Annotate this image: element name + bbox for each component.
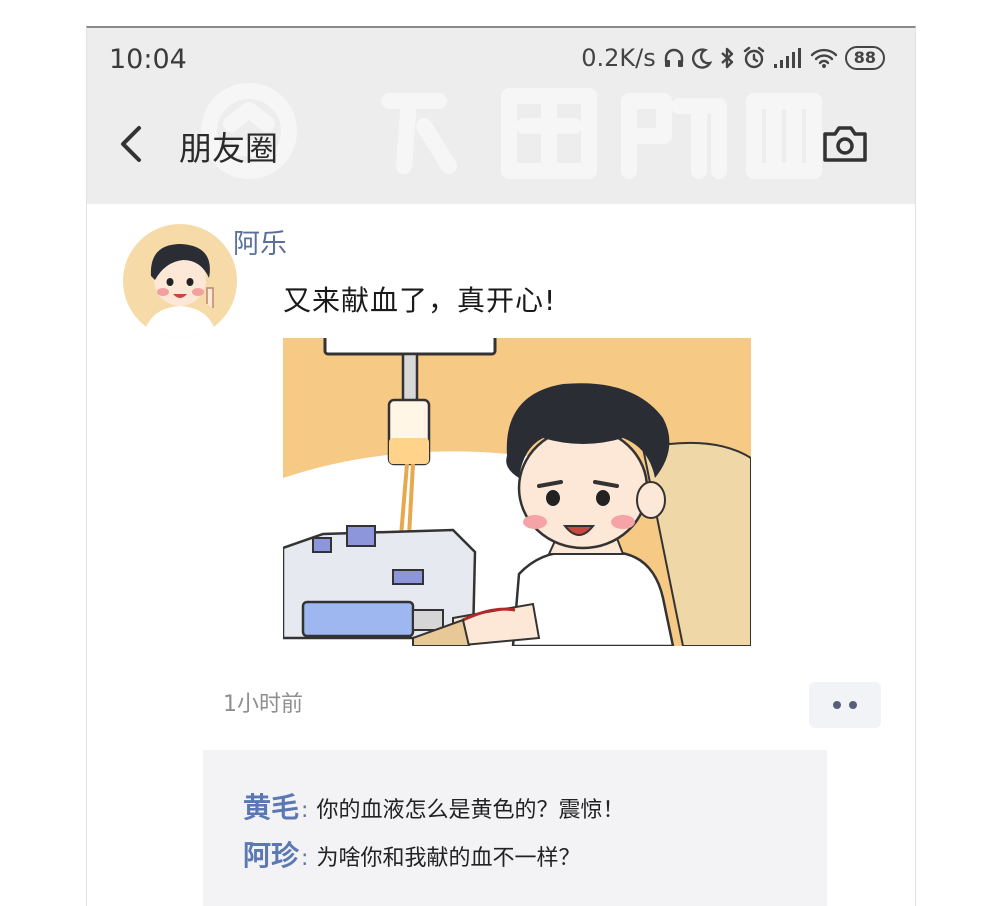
bluetooth-icon: [720, 47, 733, 69]
comment-colon: :: [301, 798, 309, 823]
author-name[interactable]: 阿乐: [233, 222, 287, 261]
page-title: 朋友圈: [179, 129, 278, 168]
comment-text: 你的血液怎么是黄色的？震惊！: [316, 798, 625, 823]
comment-item: 黄毛: 你的血液怎么是黄色的？震惊！: [243, 786, 624, 826]
post-image[interactable]: [283, 338, 751, 646]
post-text: 又来献血了，真开心!: [283, 284, 557, 317]
headphones-icon: [664, 48, 683, 67]
battery-icon: 88: [844, 46, 885, 70]
phone-screen: 10:04 0.2K/s 88 朋友圈 阿乐 又来献血了，真开心! 1小时前 黄…: [86, 26, 916, 906]
comment-author[interactable]: 阿珍: [243, 839, 299, 872]
comments-panel: 黄毛: 你的血液怎么是黄色的？震惊！ 阿珍: 为啥你和我献的血不一样？: [203, 750, 827, 906]
comment-item: 阿珍: 为啥你和我献的血不一样？: [243, 834, 580, 874]
status-indicators: 0.2K/s 88: [581, 44, 885, 72]
blood-donation-illustration: [283, 338, 751, 646]
dot: [833, 701, 841, 709]
post-time: 1小时前: [223, 692, 303, 717]
moment-post: 阿乐 又来献血了，真开心! 1小时前 黄毛: 你的血液怎么是黄色的？震惊！ 阿珍…: [87, 204, 915, 906]
network-speed: 0.2K/s: [581, 44, 656, 72]
avatar[interactable]: [123, 224, 237, 338]
signal-icon: [773, 48, 801, 68]
more-dots-icon[interactable]: [809, 682, 881, 728]
back-chevron-icon[interactable]: [115, 122, 149, 166]
moon-icon: [691, 48, 712, 69]
comment-author[interactable]: 黄毛: [243, 791, 299, 824]
comment-text: 为啥你和我献的血不一样？: [316, 846, 581, 871]
top-bar: 10:04 0.2K/s 88 朋友圈: [87, 28, 915, 204]
dot: [849, 701, 857, 709]
avatar-illustration: [143, 244, 217, 338]
wifi-icon: [810, 48, 837, 68]
status-time: 10:04: [109, 44, 187, 75]
alarm-icon: [743, 46, 764, 69]
camera-icon[interactable]: [821, 124, 869, 164]
comment-colon: :: [301, 846, 309, 871]
